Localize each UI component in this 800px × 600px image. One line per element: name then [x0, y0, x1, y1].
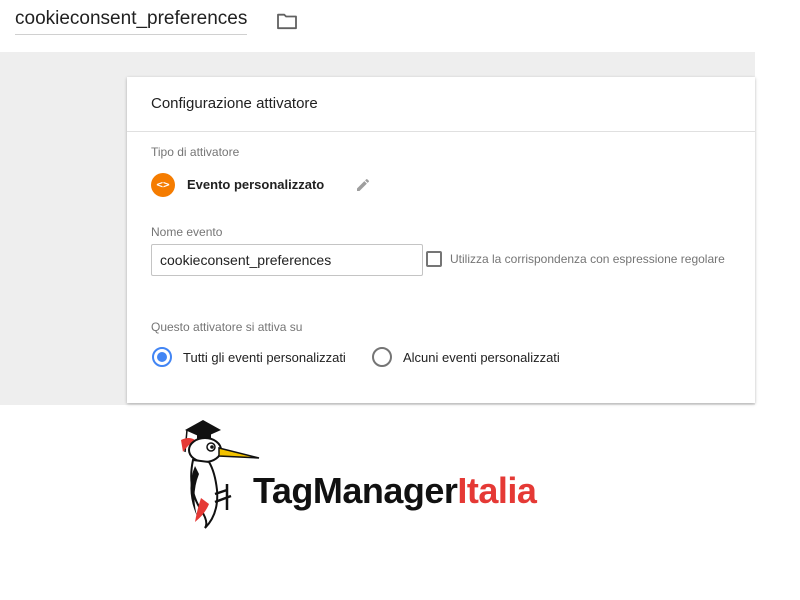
trigger-header: cookieconsent_preferences — [0, 0, 755, 53]
radio-button-selected[interactable] — [152, 347, 172, 367]
trigger-name-field[interactable]: cookieconsent_preferences — [15, 8, 248, 35]
tagmanageritalia-logo: TagManagerItalia — [175, 418, 585, 530]
radio-all-events-label: Tutti gli eventi personalizzati — [183, 350, 346, 365]
trigger-type-selector[interactable]: <> Evento personalizzato — [151, 173, 381, 197]
regex-checkbox-label: Utilizza la corrispondenza con espressio… — [450, 252, 725, 266]
folder-icon[interactable] — [276, 12, 298, 30]
logo-text-italia: Italia — [457, 470, 537, 511]
radio-all-events[interactable]: Tutti gli eventi personalizzati — [152, 347, 352, 369]
radio-some-events-label: Alcuni eventi personalizzati — [403, 350, 560, 365]
card-title: Configurazione attivatore — [151, 95, 318, 112]
pencil-icon[interactable] — [355, 177, 371, 193]
card-header: Configurazione attivatore — [127, 77, 755, 132]
trigger-type-value: Evento personalizzato — [187, 177, 325, 192]
fires-on-label: Questo attivatore si attiva su — [151, 320, 303, 334]
trigger-type-label: Tipo di attivatore — [151, 145, 240, 159]
event-name-input[interactable]: cookieconsent_preferences — [151, 244, 423, 276]
code-brackets-icon: <> — [151, 173, 175, 197]
logo-text-tagmanager: TagManager — [253, 470, 458, 511]
woodpecker-mascot-icon — [181, 420, 260, 529]
trigger-configuration-card: Configurazione attivatore Tipo di attiva… — [127, 77, 755, 403]
regex-checkbox[interactable] — [426, 251, 442, 267]
event-name-label: Nome evento — [151, 225, 223, 239]
logo-wordmark: TagManagerItalia — [253, 470, 537, 512]
radio-button-unselected[interactable] — [372, 347, 392, 367]
radio-some-events[interactable]: Alcuni eventi personalizzati — [372, 347, 572, 369]
